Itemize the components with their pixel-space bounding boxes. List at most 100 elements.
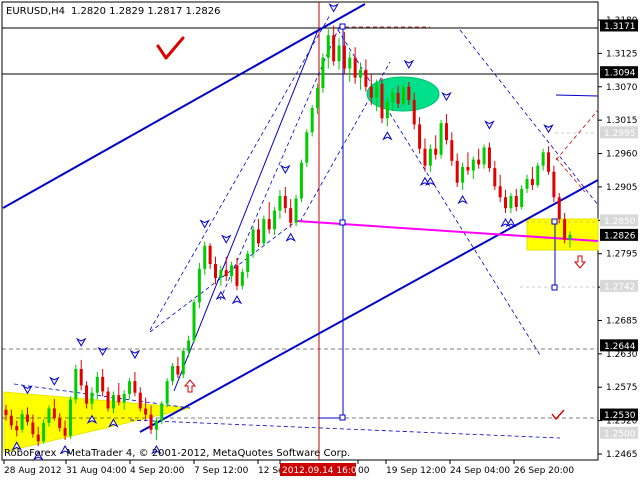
x-tick-label: 19 Sep 12:00 bbox=[386, 466, 446, 476]
price-label-text: 1.2995 bbox=[604, 129, 636, 139]
candle-body bbox=[493, 168, 497, 187]
y-tick-label: 1.2685 bbox=[606, 316, 638, 326]
candle-body bbox=[106, 391, 110, 409]
x-tick-label: 28 Aug 2012 bbox=[4, 466, 62, 476]
candle-body bbox=[547, 152, 551, 172]
candle-body bbox=[63, 427, 67, 436]
candle bbox=[520, 185, 524, 210]
price-label-text: 1.2742 bbox=[604, 282, 636, 292]
candle bbox=[68, 396, 72, 439]
candle-body bbox=[251, 229, 255, 254]
y-tick-label: 1.2795 bbox=[606, 250, 638, 260]
y-tick-label: 1.2575 bbox=[606, 383, 638, 393]
x-tick-label: 31 Aug 04:00 bbox=[66, 466, 127, 476]
candle bbox=[439, 120, 443, 159]
candle bbox=[305, 129, 309, 167]
candle-body bbox=[95, 376, 99, 393]
candle-body bbox=[47, 408, 51, 424]
candle-body bbox=[278, 196, 282, 211]
chart-header: EURUSD,H4 1.2820 1.2829 1.2817 1.2826 bbox=[6, 6, 221, 17]
candle-body bbox=[552, 171, 556, 198]
price-label-text: 1.2826 bbox=[604, 231, 636, 241]
candle bbox=[74, 364, 78, 404]
candle-body bbox=[294, 198, 298, 223]
candle-body bbox=[504, 197, 508, 209]
candle bbox=[310, 104, 314, 137]
candle-body bbox=[283, 196, 287, 209]
candle-body bbox=[321, 57, 325, 88]
candle bbox=[294, 194, 298, 227]
candle-body bbox=[541, 152, 545, 166]
candle-body bbox=[208, 245, 212, 265]
candle bbox=[42, 419, 46, 444]
y-tick-label: 1.2465 bbox=[606, 450, 638, 460]
candle-body bbox=[101, 376, 105, 392]
candle-body bbox=[439, 123, 443, 155]
candle-body bbox=[434, 148, 438, 155]
candle bbox=[181, 347, 185, 379]
x-axis: 28 Aug 2012 31 Aug 04:00 4 Sep 20:00 7 Sep … bbox=[3, 460, 574, 476]
candle-body bbox=[176, 365, 180, 375]
candle-body bbox=[31, 422, 35, 434]
candle-body bbox=[498, 186, 502, 198]
candle-body bbox=[471, 159, 475, 171]
candle-body bbox=[20, 413, 24, 430]
candle-body bbox=[332, 35, 336, 62]
candle-body bbox=[111, 395, 115, 409]
candle-body bbox=[359, 69, 363, 78]
x-tick-label: 26 Sep 20:00 bbox=[514, 466, 574, 476]
candle bbox=[401, 83, 405, 107]
candle-body bbox=[74, 369, 78, 400]
candle-body bbox=[337, 45, 341, 62]
candle-body bbox=[149, 414, 153, 430]
candle-body bbox=[455, 160, 459, 183]
candle-body bbox=[289, 208, 293, 223]
candle-body bbox=[181, 350, 185, 375]
candle-body bbox=[525, 179, 529, 189]
candle-body bbox=[36, 434, 40, 442]
price-label-text: 1.3171 bbox=[604, 22, 636, 32]
candle-body bbox=[369, 86, 373, 98]
candle-body bbox=[235, 265, 239, 286]
candle-body bbox=[79, 369, 83, 386]
candle-body bbox=[267, 219, 271, 230]
candle-body bbox=[144, 408, 148, 415]
candle-body bbox=[160, 403, 164, 421]
candle-body bbox=[342, 45, 346, 69]
price-chart: EURUSD,H4 1.2820 1.2829 1.2817 1.2826 Rob… bbox=[1, 1, 638, 476]
candle-body bbox=[423, 148, 427, 166]
candle-body bbox=[391, 92, 395, 102]
candle-body bbox=[412, 100, 416, 125]
candle-body bbox=[348, 57, 352, 69]
candle-body bbox=[192, 302, 196, 341]
x-tick-label: 24 Sep 04:00 bbox=[450, 466, 510, 476]
price-label-text: 1.2644 bbox=[604, 342, 636, 352]
candle-body bbox=[407, 86, 411, 101]
candle-body bbox=[4, 409, 8, 416]
candle-body bbox=[450, 140, 454, 161]
candle-body bbox=[568, 234, 572, 240]
candle bbox=[251, 226, 255, 258]
candle-body bbox=[461, 166, 465, 183]
candle-body bbox=[364, 69, 368, 87]
candle-body bbox=[396, 92, 400, 104]
price-label-text: 1.3094 bbox=[604, 69, 636, 79]
candle-body bbox=[122, 393, 126, 403]
candle-body bbox=[418, 124, 422, 149]
candle-body bbox=[133, 381, 137, 393]
candle-body bbox=[273, 210, 277, 230]
price-label-text: 1.2530 bbox=[604, 411, 636, 421]
candle-body bbox=[171, 365, 175, 382]
candle-body bbox=[262, 219, 266, 244]
candle-body bbox=[563, 219, 567, 240]
candle-body bbox=[487, 147, 491, 169]
candle bbox=[536, 162, 540, 188]
copyright-text: RoboForex - MetaTrader 4, © 2001-2012, M… bbox=[4, 448, 350, 459]
price-label-text: 1.2850 bbox=[604, 217, 636, 227]
time-marker-label: 2012.09.14 16:00 bbox=[282, 466, 363, 476]
candle-body bbox=[466, 166, 470, 171]
y-tick-label: 1.3125 bbox=[606, 49, 638, 59]
candle-body bbox=[219, 270, 223, 278]
candle-body bbox=[85, 385, 89, 404]
candle bbox=[192, 299, 196, 343]
